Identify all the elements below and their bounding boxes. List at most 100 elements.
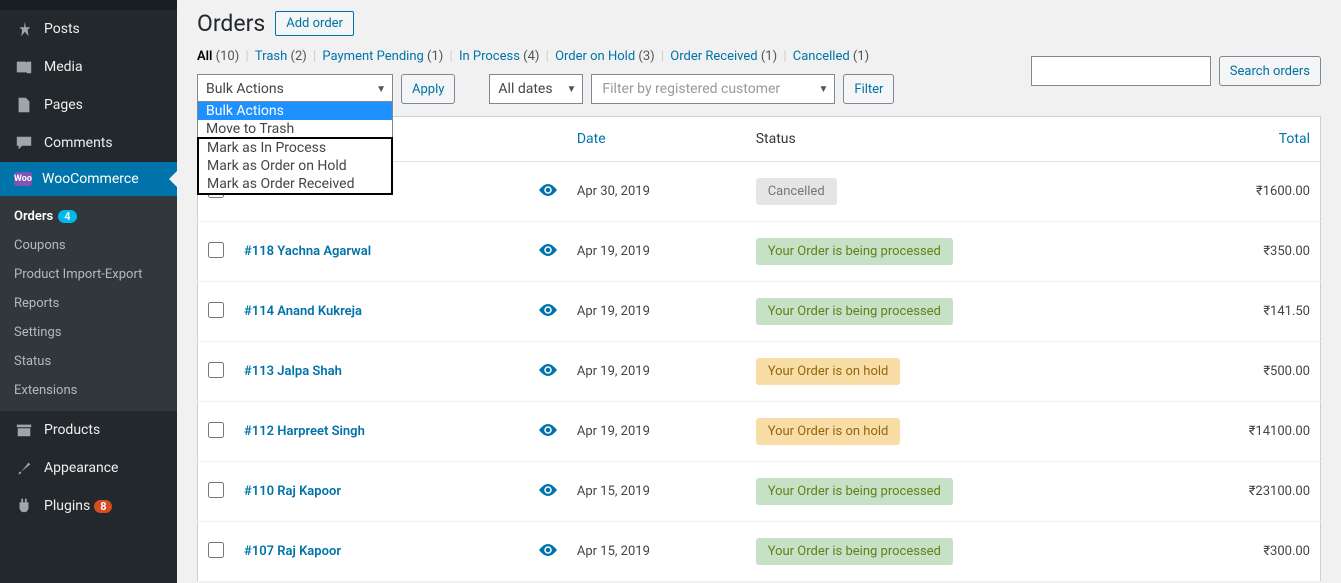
filter-link[interactable]: Order Received [670, 49, 761, 64]
menu-pages[interactable]: Pages [0, 86, 177, 124]
bulk-actions-select[interactable]: Bulk Actions [197, 74, 393, 104]
apply-button[interactable]: Apply [401, 74, 455, 104]
row-checkbox[interactable] [208, 302, 224, 318]
menu-posts[interactable]: Posts [0, 10, 177, 48]
bulk-actions-dropdown: Bulk ActionsMove to TrashMark as In Proc… [197, 101, 393, 195]
table-row: #112 Harpreet Singh Apr 19, 2019 Your Orde… [198, 402, 1321, 462]
order-total: ₹141.50 [1163, 282, 1320, 342]
order-date: Apr 19, 2019 [567, 282, 746, 342]
row-checkbox[interactable] [208, 242, 224, 258]
dropdown-option[interactable]: Bulk Actions [198, 102, 392, 120]
submenu-item[interactable]: Settings [0, 318, 177, 347]
preview-icon[interactable] [517, 162, 567, 222]
order-link[interactable]: #110 Raj Kapoor [244, 484, 341, 499]
preview-icon[interactable] [517, 402, 567, 462]
menu-media[interactable]: Media [0, 48, 177, 86]
archive-icon [14, 420, 34, 440]
filter-link[interactable]: In Process [459, 49, 523, 64]
order-link[interactable]: #113 Jalpa Shah [244, 364, 342, 379]
order-date: Apr 19, 2019 [567, 342, 746, 402]
order-date: Apr 15, 2019 [567, 522, 746, 582]
menu-woocommerce[interactable]: Woo WooCommerce [0, 162, 177, 196]
status-badge: Your Order is being processed [756, 478, 953, 505]
search-input[interactable] [1031, 56, 1211, 86]
row-checkbox[interactable] [208, 542, 224, 558]
preview-icon[interactable] [517, 282, 567, 342]
order-link[interactable]: #107 Raj Kapoor [244, 544, 341, 559]
table-row: #118 Yachna Agarwal Apr 19, 2019 Your Orde… [198, 222, 1321, 282]
dropdown-option[interactable]: Mark as Order Received [199, 175, 391, 193]
main-content: Orders Add order All (10) | Trash (2) | … [177, 0, 1341, 583]
menu-products[interactable]: Products [0, 411, 177, 449]
order-total: ₹500.00 [1163, 342, 1320, 402]
preview-icon[interactable] [517, 222, 567, 282]
brush-icon [14, 458, 34, 478]
row-checkbox[interactable] [208, 482, 224, 498]
filter-link[interactable]: Trash [255, 49, 291, 64]
menu-label: Appearance [44, 460, 118, 476]
menu-label: Products [44, 422, 100, 438]
order-link[interactable]: #114 Anand Kukreja [244, 304, 362, 319]
plug-icon [14, 496, 34, 516]
woo-icon: Woo [14, 172, 32, 186]
table-row: #113 Jalpa Shah Apr 19, 2019 Your Order is… [198, 342, 1321, 402]
page-icon [14, 95, 34, 115]
preview-icon[interactable] [517, 522, 567, 582]
menu-appearance[interactable]: Appearance [0, 449, 177, 487]
menu-label: Comments [44, 135, 113, 151]
col-status: Status [746, 117, 1164, 162]
order-total: ₹23100.00 [1163, 462, 1320, 522]
order-link[interactable]: #118 Yachna Agarwal [244, 244, 371, 259]
dropdown-option[interactable]: Mark as Order on Hold [199, 157, 391, 175]
menu-label: Media [44, 59, 83, 75]
submenu-item[interactable]: Status [0, 347, 177, 376]
add-order-button[interactable]: Add order [275, 11, 354, 36]
status-badge: Your Order is on hold [756, 418, 901, 445]
filter-link[interactable]: Order on Hold [555, 49, 638, 64]
search-orders-button[interactable]: Search orders [1219, 56, 1321, 86]
media-icon [14, 57, 34, 77]
filter-link[interactable]: Cancelled [793, 49, 853, 64]
filter-link[interactable]: Payment Pending [322, 49, 427, 64]
date-filter-select[interactable]: All dates [489, 74, 583, 104]
row-checkbox[interactable] [208, 362, 224, 378]
admin-sidebar: Posts Media Pages Comments Woo WooCommerc… [0, 0, 177, 583]
menu-label: Posts [44, 21, 80, 37]
menu-label: Pages [44, 97, 83, 113]
table-row: #107 Raj Kapoor Apr 15, 2019 Your Order is… [198, 522, 1321, 582]
status-badge: Your Order is on hold [756, 358, 901, 385]
order-date: Apr 19, 2019 [567, 402, 746, 462]
order-total: ₹14100.00 [1163, 402, 1320, 462]
order-date: Apr 19, 2019 [567, 222, 746, 282]
order-total: ₹300.00 [1163, 522, 1320, 582]
submenu-item[interactable]: Extensions [0, 376, 177, 405]
col-total[interactable]: Total [1163, 117, 1320, 162]
order-date: Apr 15, 2019 [567, 462, 746, 522]
status-badge: Your Order is being processed [756, 238, 953, 265]
col-date[interactable]: Date [567, 117, 746, 162]
status-badge: Cancelled [756, 178, 837, 205]
filter-button[interactable]: Filter [843, 74, 894, 104]
dropdown-option[interactable]: Mark as In Process [199, 139, 391, 157]
preview-icon[interactable] [517, 342, 567, 402]
submenu-item[interactable]: Coupons [0, 231, 177, 260]
count-badge: 4 [58, 210, 76, 223]
order-link[interactable]: #112 Harpreet Singh [244, 424, 365, 439]
status-badge: Your Order is being processed [756, 538, 953, 565]
menu-plugins[interactable]: Plugins8 [0, 487, 177, 525]
table-row: #110 Raj Kapoor Apr 15, 2019 Your Order is… [198, 462, 1321, 522]
row-checkbox[interactable] [208, 422, 224, 438]
menu-label: WooCommerce [42, 171, 139, 187]
submenu-item[interactable]: Reports [0, 289, 177, 318]
woo-submenu: Orders4CouponsProduct Import-ExportRepor… [0, 196, 177, 411]
submenu-item[interactable]: Product Import-Export [0, 260, 177, 289]
customer-filter[interactable]: Filter by registered customer [591, 74, 835, 104]
submenu-item[interactable]: Orders4 [0, 202, 177, 231]
menu-comments[interactable]: Comments [0, 124, 177, 162]
preview-icon[interactable] [517, 462, 567, 522]
order-total: ₹350.00 [1163, 222, 1320, 282]
filter-link[interactable]: All [197, 49, 216, 64]
status-badge: Your Order is being processed [756, 298, 953, 325]
table-row: #114 Anand Kukreja Apr 19, 2019 Your Order… [198, 282, 1321, 342]
dropdown-option[interactable]: Move to Trash [198, 120, 392, 138]
